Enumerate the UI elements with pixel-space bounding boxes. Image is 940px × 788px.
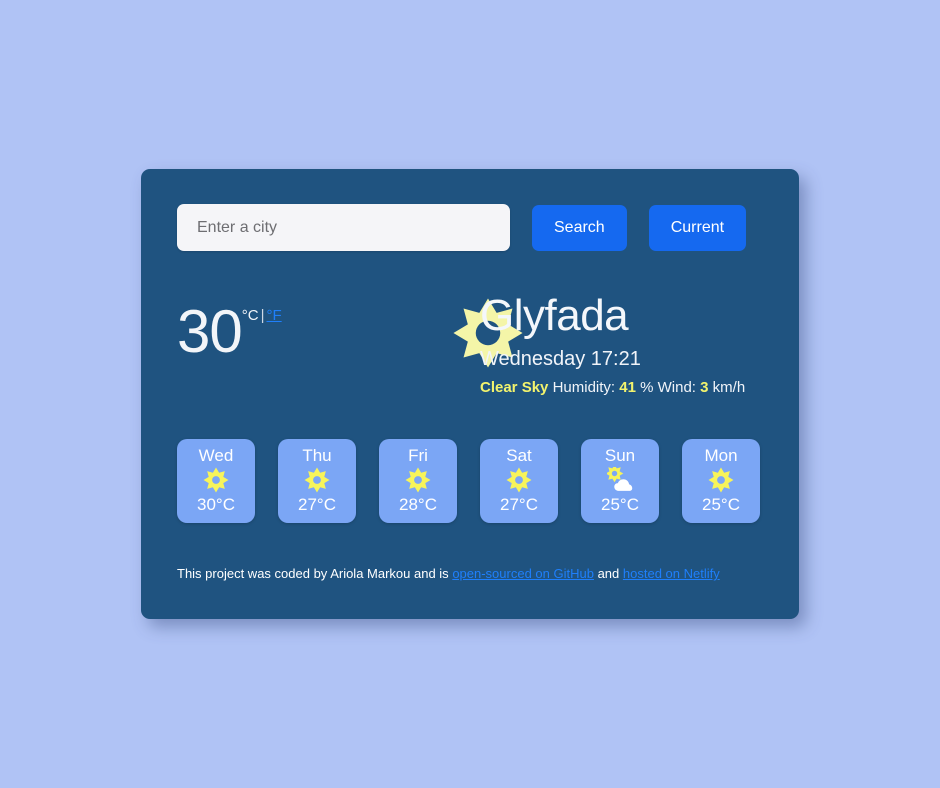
weather-app-card: Search Current 30 °C|°F Glyfada Wednesda…: [141, 169, 799, 619]
forecast-day: Thu: [302, 446, 332, 465]
search-button[interactable]: Search: [532, 204, 627, 251]
forecast-temperature: 27°C: [298, 495, 336, 514]
city-name: Glyfada: [480, 291, 629, 340]
forecast-card[interactable]: Sun 25°C: [581, 439, 659, 523]
forecast-row: Wed 30°C Thu 27°C Fri 28°C Sat 27°C Sun 25°C Mon 25…: [177, 439, 760, 523]
location-info: Glyfada Wednesday 17:21 Clear Sky Humidi…: [480, 289, 745, 398]
forecast-temperature: 27°C: [500, 495, 538, 514]
sun-icon: [304, 467, 330, 493]
weather-description: Clear Sky: [480, 379, 549, 396]
current-temperature: 30: [177, 298, 243, 365]
forecast-temperature: 25°C: [601, 495, 639, 514]
current-weather-block: 30 °C | °F Glyfada Wednesday 17:21 Clear S…: [141, 289, 799, 419]
sun-icon: [506, 467, 532, 493]
humidity-unit: %: [640, 379, 654, 396]
search-row: Search Current: [177, 204, 747, 251]
forecast-card[interactable]: Sat 27°C: [480, 439, 558, 523]
sun-icon: [203, 467, 229, 493]
day-time: Wednesday 17:21: [480, 348, 641, 370]
sun-icon: [405, 467, 431, 493]
forecast-card[interactable]: Mon 25°C: [682, 439, 760, 523]
unit-separator: |: [260, 307, 265, 324]
forecast-temperature: 30°C: [197, 495, 235, 514]
forecast-temperature: 28°C: [399, 495, 437, 514]
github-link[interactable]: open-sourced on GitHub: [452, 566, 594, 581]
forecast-card[interactable]: Thu 27°C: [278, 439, 356, 523]
search-input[interactable]: [177, 204, 510, 251]
unit-toggle: °C | °F: [242, 303, 282, 324]
footer-text-middle: and: [593, 566, 623, 581]
humidity-label: Humidity:: [552, 379, 616, 396]
wind-value: 3: [700, 379, 709, 396]
footer-text-before: This project was coded by Ariola Markou …: [177, 566, 453, 581]
temperature-area: 30 °C | °F: [177, 298, 282, 365]
sun-cloud-icon: [607, 467, 633, 493]
sun-icon: [708, 467, 734, 493]
forecast-day: Mon: [704, 446, 738, 465]
forecast-card[interactable]: Wed 30°C: [177, 439, 255, 523]
wind-unit: km/h: [712, 379, 746, 396]
forecast-day: Fri: [408, 446, 428, 465]
unit-celsius-label: °C: [241, 307, 259, 324]
forecast-card[interactable]: Fri 28°C: [379, 439, 457, 523]
unit-fahrenheit-link[interactable]: °F: [267, 307, 282, 324]
weather-details: Clear Sky Humidity: 41 % Wind: 3 km/h: [480, 378, 745, 398]
wind-label: Wind:: [657, 379, 696, 396]
netlify-link[interactable]: hosted on Netlify: [623, 566, 720, 581]
forecast-day: Sat: [506, 446, 532, 465]
forecast-day: Wed: [198, 446, 234, 465]
humidity-value: 41: [619, 379, 636, 396]
forecast-day: Sun: [604, 446, 636, 465]
footer: This project was coded by Ariola Markou …: [177, 565, 720, 583]
current-location-button[interactable]: Current: [648, 204, 747, 251]
forecast-temperature: 25°C: [702, 495, 740, 514]
